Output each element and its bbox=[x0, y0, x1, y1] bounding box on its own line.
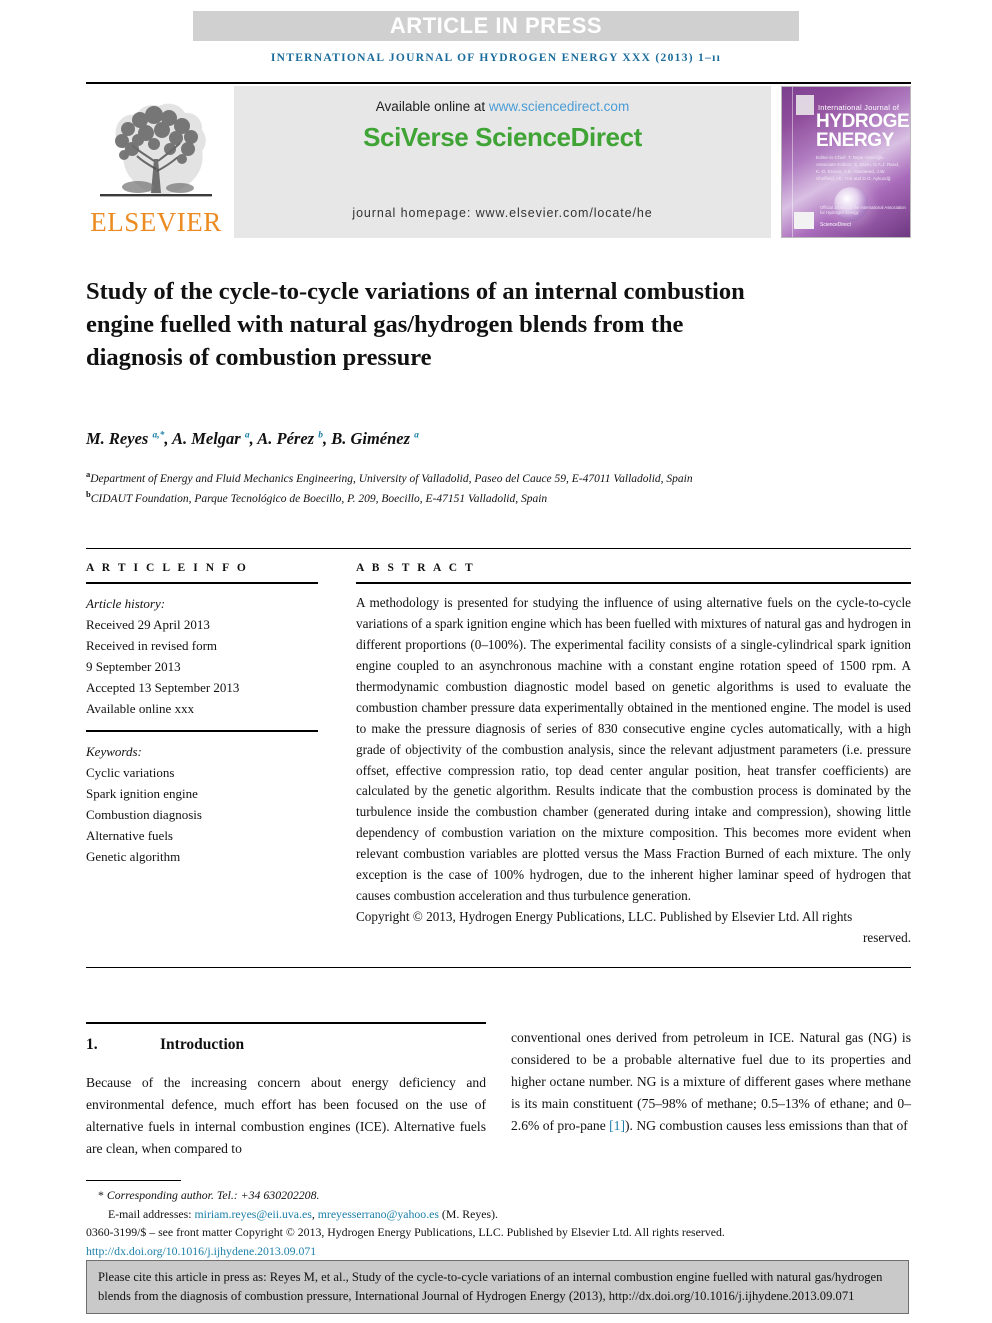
copyright-tail-text: reserved. bbox=[863, 929, 911, 945]
abstract-copyright: Copyright © 2013, Hydrogen Energy Public… bbox=[356, 907, 911, 949]
journal-homepage-link[interactable]: journal homepage: www.elsevier.com/locat… bbox=[234, 206, 771, 220]
keyword-item: Combustion diagnosis bbox=[86, 806, 202, 822]
email-link-secondary[interactable]: mreyesserrano@yahoo.es bbox=[318, 1207, 439, 1221]
body-column-right: conventional ones derived from petroleum… bbox=[511, 1027, 911, 1137]
keywords-block: Keywords: Cyclic variations Spark igniti… bbox=[86, 741, 318, 867]
introduction-number: 1. bbox=[86, 1036, 98, 1053]
keywords-label: Keywords: bbox=[86, 743, 142, 759]
info-section-bottom-rule bbox=[86, 967, 911, 968]
abstract-divider bbox=[356, 582, 911, 585]
cover-association-note: Official Journal of the International As… bbox=[820, 205, 906, 215]
body-column-left: 1. Introduction Because of the increasin… bbox=[86, 1030, 486, 1160]
abstract-body: A methodology is presented for studying … bbox=[356, 595, 911, 904]
elsevier-tree-icon bbox=[94, 99, 218, 207]
article-history-item: Available online xxx bbox=[86, 701, 195, 717]
affiliation-b: bCIDAUT Foundation, Parque Tecnológico d… bbox=[86, 488, 886, 508]
corresponding-author-marker: * bbox=[98, 1188, 104, 1202]
keyword-item: Cyclic variations bbox=[86, 764, 175, 780]
corresponding-author-note: * Corresponding author. Tel.: +34 630202… bbox=[86, 1186, 911, 1205]
email-owner: (M. Reyes). bbox=[438, 1206, 498, 1221]
email-label: E-mail addresses: bbox=[108, 1206, 195, 1221]
cover-spine-line bbox=[792, 87, 793, 237]
sciverse-sciencedirect-logo: SciVerse ScienceDirect bbox=[363, 122, 642, 152]
article-history-item: Accepted 13 September 2013 bbox=[86, 680, 240, 696]
keyword-item: Spark ignition engine bbox=[86, 785, 198, 801]
introduction-paragraph-left: Because of the increasing concern about … bbox=[86, 1075, 486, 1157]
elsevier-wordmark: ELSEVIER bbox=[90, 207, 222, 237]
cover-sphere-graphic bbox=[834, 187, 868, 221]
elsevier-logo: ELSEVIER bbox=[86, 86, 226, 238]
email-addresses-note: E-mail addresses: miriam.reyes@eii.uva.e… bbox=[86, 1205, 911, 1224]
article-history-item: 9 September 2013 bbox=[86, 659, 181, 675]
article-page: ARTICLE IN PRESS INTERNATIONAL JOURNAL O… bbox=[0, 0, 992, 1323]
introduction-paragraph-right: conventional ones derived from petroleum… bbox=[511, 1027, 911, 1137]
footnotes-block: * Corresponding author. Tel.: +34 630202… bbox=[86, 1186, 911, 1261]
keyword-item: Genetic algorithm bbox=[86, 848, 181, 864]
sciencedirect-url-link[interactable]: www.sciencedirect.com bbox=[489, 99, 629, 114]
issn-copyright-line: 0360-3199/$ – see front matter Copyright… bbox=[86, 1225, 725, 1240]
corresponding-author-text: Corresponding author. Tel.: +34 63020220… bbox=[106, 1188, 320, 1202]
introduction-title: Introduction bbox=[160, 1036, 245, 1053]
cover-sciencedirect-mark: ScienceDirect bbox=[820, 222, 851, 228]
available-online-line: Available online at www.sciencedirect.co… bbox=[234, 99, 771, 114]
info-section-top-rule bbox=[86, 548, 911, 549]
cite-this-article-box: Please cite this article in press as: Re… bbox=[86, 1260, 909, 1315]
article-info-column: A R T I C L E I N F O Article history: R… bbox=[86, 562, 318, 867]
abstract-column: A B S T R A C T A methodology is present… bbox=[356, 562, 911, 949]
doi-link[interactable]: http://dx.doi.org/10.1016/j.ijhydene.201… bbox=[86, 1242, 911, 1261]
keywords-divider bbox=[86, 730, 318, 732]
cover-elsevier-mark-icon bbox=[796, 95, 814, 115]
article-history-item: Received 29 April 2013 bbox=[86, 617, 210, 633]
article-info-divider bbox=[86, 582, 318, 585]
email-link-primary[interactable]: miriam.reyes@eii.uva.es bbox=[194, 1207, 311, 1221]
abstract-heading: A B S T R A C T bbox=[356, 562, 476, 574]
article-in-press-banner: ARTICLE IN PRESS bbox=[193, 11, 799, 41]
article-history-label: Article history: bbox=[86, 596, 166, 612]
cover-iahe-logo-icon bbox=[794, 212, 814, 229]
masthead-top-rule bbox=[86, 82, 911, 84]
article-title: Study of the cycle-to-cycle variations o… bbox=[86, 278, 745, 372]
masthead: ELSEVIER Available online at www.science… bbox=[86, 86, 911, 238]
cover-title-energy: ENERGY bbox=[816, 130, 894, 151]
footnote-rule bbox=[86, 1180, 181, 1182]
journal-cover-thumbnail: International Journal of HYDROGEN ENERGY… bbox=[781, 86, 911, 238]
affiliation-b-text: CIDAUT Foundation, Parque Tecnológico de… bbox=[90, 493, 548, 506]
sciencedirect-banner: Available online at www.sciencedirect.co… bbox=[234, 86, 771, 238]
copyright-main-text: Copyright © 2013, Hydrogen Energy Public… bbox=[356, 909, 853, 925]
cover-editors-list: Editor-in-Chief: T. Nejat Veziroğlu Asso… bbox=[816, 155, 900, 181]
intro-right-text-part2: ). NG combustion causes less emissions t… bbox=[625, 1118, 908, 1134]
available-online-prefix: Available online at bbox=[375, 99, 489, 114]
introduction-heading: 1. Introduction bbox=[86, 1036, 486, 1054]
keyword-item: Alternative fuels bbox=[86, 827, 173, 843]
affiliation-a: aDepartment of Energy and Fluid Mechanic… bbox=[86, 468, 886, 488]
affiliations: aDepartment of Energy and Fluid Mechanic… bbox=[86, 468, 886, 509]
article-history-block: Article history: Received 29 April 2013 … bbox=[86, 593, 318, 719]
journal-running-head: INTERNATIONAL JOURNAL OF HYDROGEN ENERGY… bbox=[270, 52, 722, 64]
article-history-item: Received in revised form bbox=[86, 638, 218, 654]
introduction-top-rule bbox=[86, 1022, 486, 1025]
article-in-press-label: ARTICLE IN PRESS bbox=[389, 13, 603, 38]
journal-cover-art: International Journal of HYDROGEN ENERGY… bbox=[782, 87, 910, 237]
affiliation-a-text: Department of Energy and Fluid Mechanics… bbox=[90, 472, 693, 485]
author-list: M. Reyes a,*, A. Melgar a, A. Pérez b, B… bbox=[86, 429, 419, 448]
reference-link-1[interactable]: [1] bbox=[609, 1118, 625, 1133]
cover-title-hydrogen: HYDROGEN bbox=[816, 111, 910, 132]
article-info-heading: A R T I C L E I N F O bbox=[86, 562, 249, 574]
